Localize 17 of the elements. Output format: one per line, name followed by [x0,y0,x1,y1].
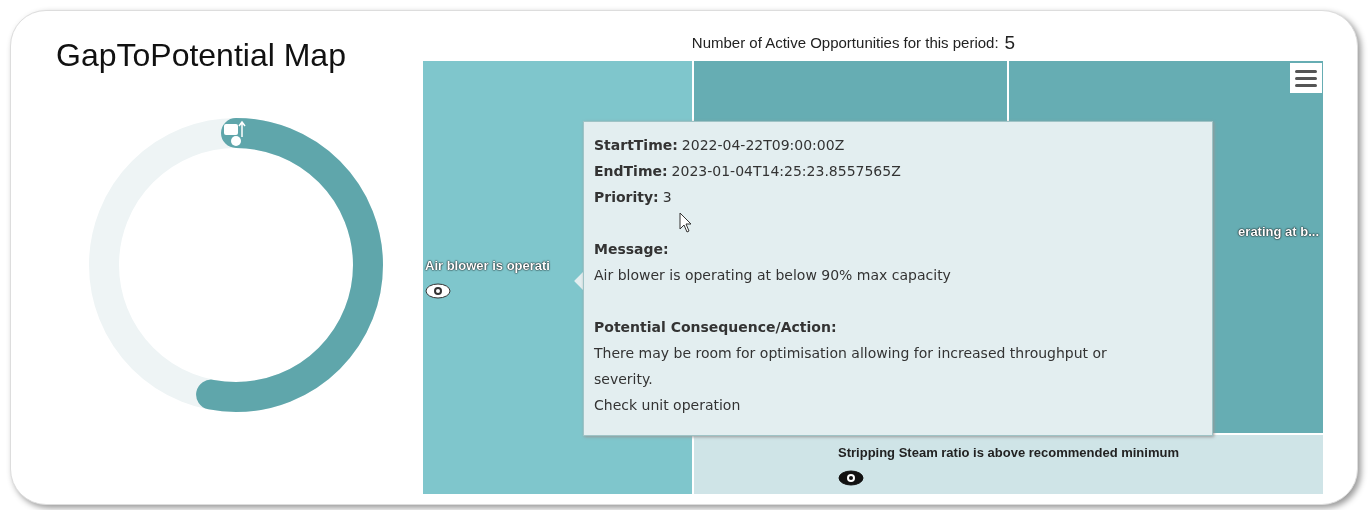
field-label: EndTime: [594,162,668,181]
cell-label: Air blower is operati [425,256,550,275]
eye-icon[interactable] [838,470,864,487]
treemap-cell[interactable]: Stripping Steam ratio is above recommended minimum [693,434,1324,495]
cursor-icon [679,212,693,234]
eye-icon[interactable] [425,283,451,300]
equipment-icon [224,120,246,146]
section-heading: Message: [594,240,669,259]
map-title: GapToPotential Map [56,36,347,75]
cell-label: Stripping Steam ratio is above recommended minimum [838,443,1179,462]
cell-label: erating at b... [1238,223,1319,242]
field-label: Priority: [594,188,659,207]
field-value: 3 [662,188,672,207]
opportunities-label: Number of Active Opportunities for this period: [691,33,999,54]
menu-button[interactable] [1290,63,1322,93]
field-label: StartTime: [594,136,678,155]
opportunities-count: 5 [1004,31,1016,56]
